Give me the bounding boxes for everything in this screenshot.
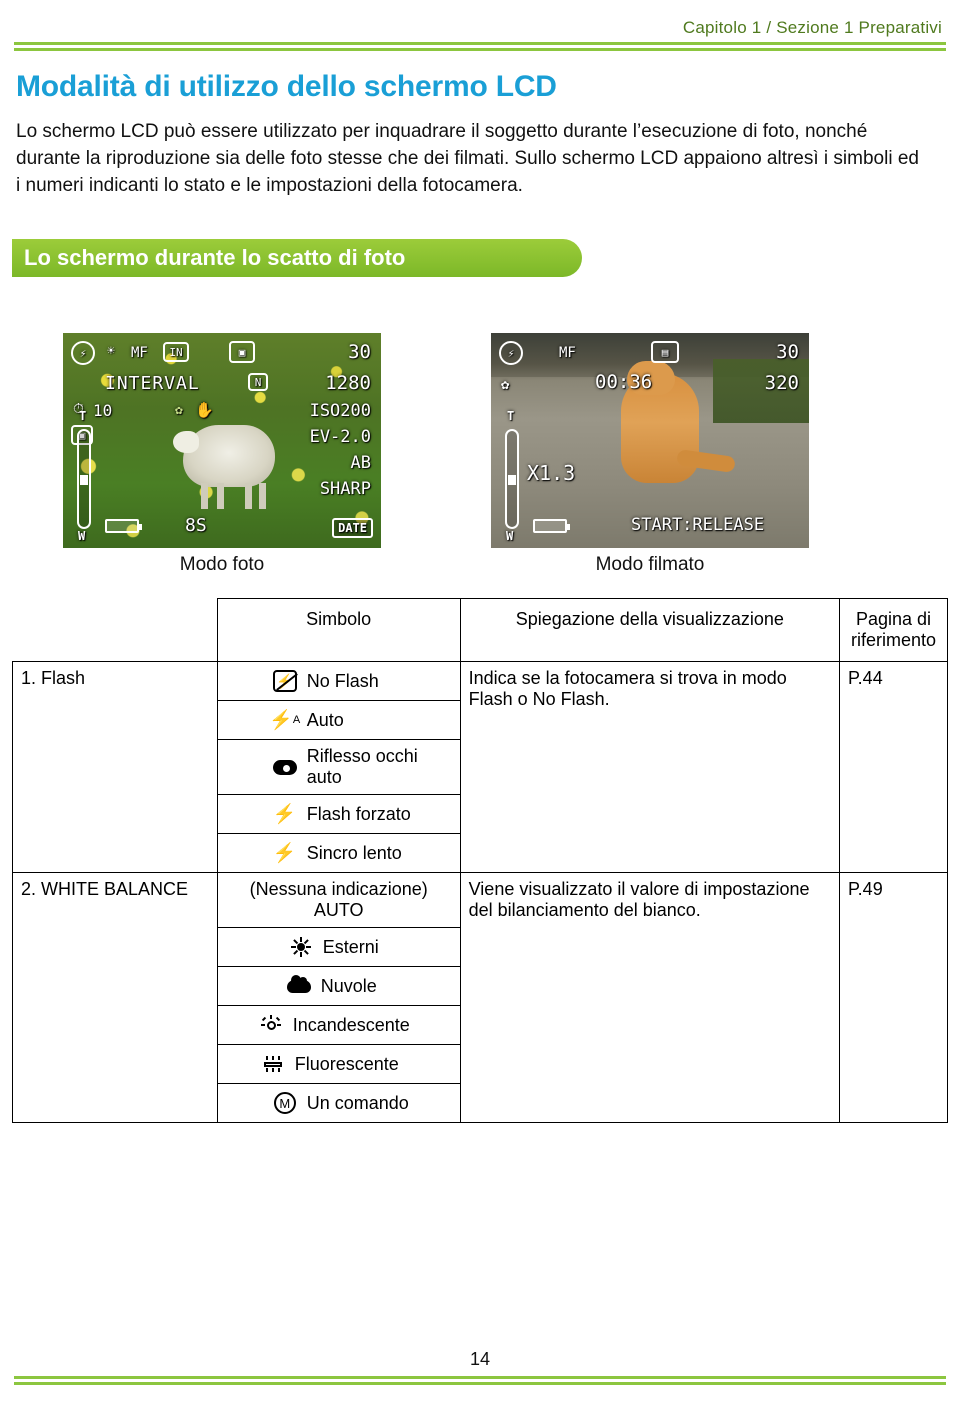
movie-osd-layer: ⚡ MF ▤ 30 320 00:36 ✿ T W X1.3 START:REL… xyxy=(491,333,809,548)
interval-indicator: INTERVAL xyxy=(105,373,200,394)
symbol-label: Un comando xyxy=(306,1092,409,1113)
remaining-frames: 30 xyxy=(776,341,799,363)
auto-bracket-indicator: AB xyxy=(350,453,371,473)
symbol-wb-fluorescent: Fluorescente xyxy=(216,1044,461,1084)
symbol-label: Auto xyxy=(306,709,344,730)
symbol-label: Sincro lento xyxy=(306,842,402,863)
fluorescent-icon xyxy=(260,1051,286,1077)
white-balance-icon: ☀ xyxy=(107,344,115,359)
date-imprint-tag: DATE xyxy=(332,518,373,538)
iso-value: ISO200 xyxy=(309,401,371,421)
digital-zoom-value: X1.3 xyxy=(527,461,576,485)
row-item-flash: 1. Flash xyxy=(12,661,218,873)
page-number: 14 xyxy=(469,1349,491,1369)
symbol-flash-forced: ⚡ Flash forzato xyxy=(216,794,461,834)
header-symbol: Simbolo xyxy=(216,598,461,662)
symbol-flash-auto: ⚡ A Auto xyxy=(216,700,461,740)
page-title: Modalità di utilizzo dello schermo LCD xyxy=(16,70,557,103)
symbol-slow-sync: ⚡ Sincro lento xyxy=(216,833,461,873)
image-size-value: 320 xyxy=(764,372,799,394)
header-page: Pagina di riferimento xyxy=(839,598,948,662)
symbol-no-flash: ⚡ No Flash xyxy=(216,661,461,701)
symbol-label: Incandescente xyxy=(292,1014,410,1035)
macro-icon: ✿ xyxy=(175,403,183,418)
symbol-label: (Nessuna indicazione) AUTO xyxy=(249,879,428,920)
symbol-red-eye: Riflesso occhi auto xyxy=(216,739,461,795)
flash-icon: ⚡ xyxy=(71,341,95,365)
focus-mode-indicator: MF xyxy=(131,345,148,361)
header-description: Spiegazione della visualizzazione xyxy=(459,598,841,662)
zoom-wide-label: W xyxy=(506,529,514,543)
photo-osd-layer: ⚡ ☀ MF IN ▣ 30 INTERVAL N 1280 ⏱ 10 ✿ ✋ … xyxy=(63,333,381,548)
caption-photo-mode: Modo foto xyxy=(179,554,265,575)
symbol-label: Fluorescente xyxy=(294,1053,399,1074)
sharpness-indicator: SHARP xyxy=(319,479,371,499)
symbol-wb-cloudy: Nuvole xyxy=(216,966,461,1006)
movie-mode-icon: ▤ xyxy=(651,341,679,363)
row-item-white-balance: 2. WHITE BALANCE xyxy=(12,872,218,1123)
header-item xyxy=(13,599,218,662)
zoom-bar xyxy=(505,429,519,529)
exposure-compensation: EV-2.0 xyxy=(309,427,371,447)
focus-mode-indicator: MF xyxy=(559,345,576,361)
table-header-row: Simbolo Spiegazione della visualizzazion… xyxy=(13,598,948,662)
manual-icon: M xyxy=(272,1090,298,1116)
section-banner-label: Lo schermo durante lo scatto di foto xyxy=(24,245,406,270)
table-row: 1. Flash ⚡ No Flash Indica se la fotocam… xyxy=(12,661,948,873)
zoom-tele-label: T xyxy=(507,409,515,423)
lcd-screen-movie-mode: ⚡ MF ▤ 30 320 00:36 ✿ T W X1.3 START:REL… xyxy=(491,333,809,548)
remaining-frames: 30 xyxy=(348,341,371,363)
header-divider xyxy=(14,42,946,52)
flash-icon: ⚡ xyxy=(499,341,523,365)
flash-forced-icon: ⚡ xyxy=(272,803,297,825)
symbol-wb-daylight: Esterni xyxy=(216,927,461,967)
no-flash-icon: ⚡ xyxy=(272,668,298,694)
symbol-wb-manual: M Un comando xyxy=(216,1083,461,1123)
footer-divider xyxy=(14,1376,946,1386)
memory-indicator: IN xyxy=(163,342,189,362)
lcd-screen-photo-mode: ⚡ ☀ MF IN ▣ 30 INTERVAL N 1280 ⏱ 10 ✿ ✋ … xyxy=(63,333,381,548)
symbol-label: Riflesso occhi auto xyxy=(306,746,418,787)
symbols-table: Simbolo Spiegazione della visualizzazion… xyxy=(12,598,948,1123)
symbol-label: No Flash xyxy=(306,670,379,691)
start-release-label: START:RELEASE xyxy=(631,515,765,535)
symbol-wb-incandescent: Incandescente xyxy=(216,1005,461,1045)
recording-time: 00:36 xyxy=(595,371,653,393)
macro-icon: ✿ xyxy=(501,377,510,393)
zoom-tele-label: T xyxy=(79,409,87,423)
zoom-bar xyxy=(77,429,91,529)
caption-movie-mode: Modo filmato xyxy=(595,554,705,575)
battery-indicator xyxy=(105,519,142,533)
image-size-quality-icon: N xyxy=(248,373,268,391)
sun-icon xyxy=(288,934,314,960)
battery-indicator xyxy=(533,519,570,533)
section-banner: Lo schermo durante lo scatto di foto xyxy=(12,239,582,277)
incandescent-icon xyxy=(258,1012,284,1038)
symbol-label: Nuvole xyxy=(320,975,377,996)
picture-mode-icon: ▣ xyxy=(229,341,255,363)
row-page-flash: P.44 xyxy=(839,661,948,873)
zoom-wide-label: W xyxy=(78,529,86,543)
breadcrumb: Capitolo 1 / Sezione 1 Preparativi xyxy=(682,18,942,37)
flash-auto-icon: ⚡ A xyxy=(269,709,301,731)
image-size-value: 1280 xyxy=(325,372,371,394)
shutter-speed-value: 8S xyxy=(185,515,207,536)
table-row: 2. WHITE BALANCE (Nessuna indicazione) A… xyxy=(12,872,948,1123)
row-description-white-balance: Viene visualizzato il valore di impostaz… xyxy=(459,872,841,1123)
symbol-label: Esterni xyxy=(322,936,379,957)
symbol-wb-auto: (Nessuna indicazione) AUTO xyxy=(216,872,461,928)
self-timer-value: 10 xyxy=(93,401,113,420)
row-description-flash: Indica se la fotocamera si trova in modo… xyxy=(459,661,841,873)
camera-shake-icon: ✋ xyxy=(195,401,214,419)
cloud-icon xyxy=(286,973,312,999)
red-eye-icon xyxy=(272,754,298,780)
intro-paragraph: Lo schermo LCD può essere utilizzato per… xyxy=(16,121,919,196)
row-page-white-balance: P.49 xyxy=(839,872,948,1123)
slow-sync-icon: ⚡ xyxy=(272,842,297,864)
symbol-label: Flash forzato xyxy=(306,803,411,824)
